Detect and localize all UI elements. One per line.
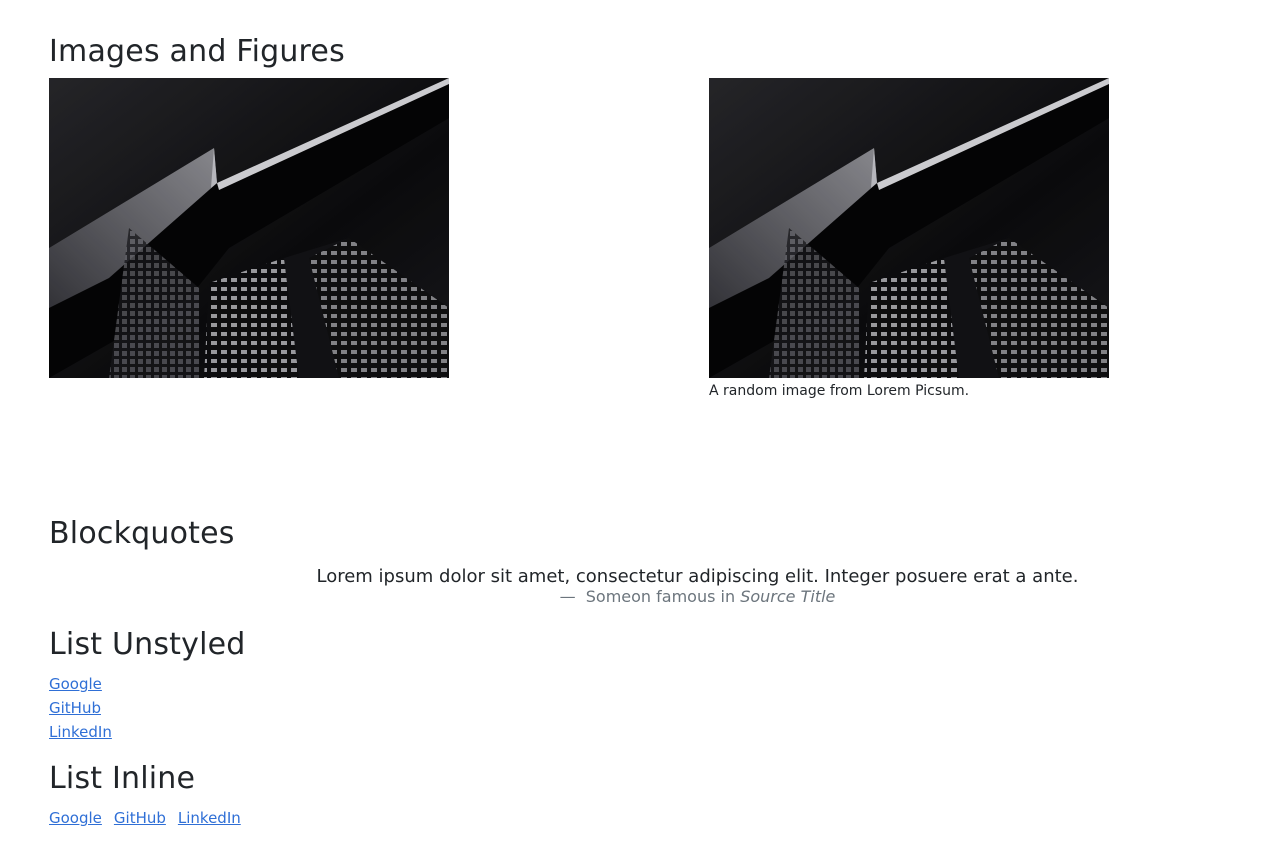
unstyled-link-list: Google GitHub LinkedIn <box>49 672 112 744</box>
list-item: LinkedIn <box>178 807 241 829</box>
list-item: LinkedIn <box>49 720 112 744</box>
list-item: GitHub <box>49 696 112 720</box>
list-item: GitHub <box>114 807 166 829</box>
blockquotes-section-title: Blockquotes <box>49 516 235 551</box>
images-section-title: Images and Figures <box>49 34 345 69</box>
blockquote-source: Source Title <box>740 587 836 606</box>
building-image <box>49 78 449 378</box>
list-item: Google <box>49 807 102 829</box>
figure-caption: A random image from Lorem Picsum. <box>709 383 970 399</box>
linkedin-link[interactable]: LinkedIn <box>49 723 112 741</box>
blockquote-footer: — Someon famous in Source Title <box>49 586 1275 608</box>
inline-github-link[interactable]: GitHub <box>114 809 166 827</box>
inline-google-link[interactable]: Google <box>49 809 102 827</box>
figure-image <box>709 78 1109 378</box>
blockquote-attribution: Someon famous in <box>585 587 736 606</box>
list-inline-title: List Inline <box>49 761 196 796</box>
blockquote-dash: — <box>559 587 576 606</box>
github-link[interactable]: GitHub <box>49 699 101 717</box>
google-link[interactable]: Google <box>49 675 102 693</box>
list-item: Google <box>49 672 112 696</box>
list-unstyled-title: List Unstyled <box>49 627 246 662</box>
inline-link-list: Google GitHub LinkedIn <box>49 807 253 829</box>
inline-linkedin-link[interactable]: LinkedIn <box>178 809 241 827</box>
